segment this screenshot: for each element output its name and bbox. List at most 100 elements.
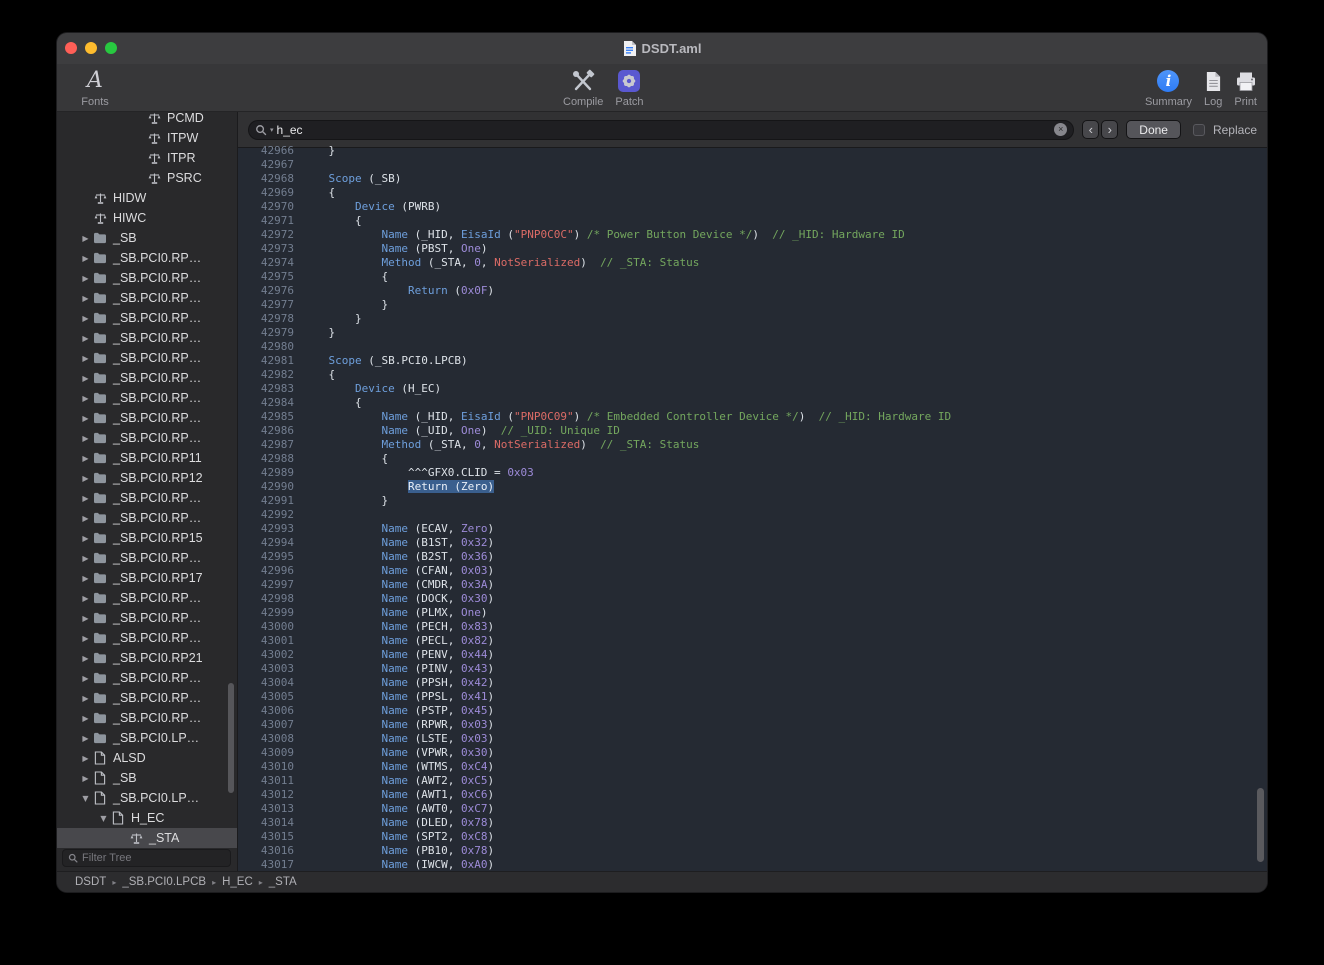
- sidebar-item-itpw[interactable]: ITPW: [57, 128, 237, 148]
- compile-button[interactable]: Compile: [563, 68, 603, 108]
- breadcrumb-item[interactable]: H_EC: [222, 876, 253, 888]
- code-line[interactable]: 42995 Name (B2ST, 0x36): [238, 550, 1267, 564]
- code-line[interactable]: 42986 Name (_UID, One) // _UID: Unique I…: [238, 424, 1267, 438]
- code-line[interactable]: 42974 Method (_STA, 0, NotSerialized) //…: [238, 256, 1267, 270]
- code-line[interactable]: 43014 Name (DLED, 0x78): [238, 816, 1267, 830]
- code-line[interactable]: 43017 Name (IWCW, 0xA0): [238, 858, 1267, 871]
- search-options-chevron-icon[interactable]: ▾: [270, 126, 274, 134]
- code-line[interactable]: 42982 {: [238, 368, 1267, 382]
- sidebar-item-_sb-pci0-rp[interactable]: ▶_SB.PCI0.RP…: [57, 588, 237, 608]
- filter-tree-input[interactable]: [82, 852, 225, 864]
- sidebar-item-_sb-pci0-lp[interactable]: ▼_SB.PCI0.LP…: [57, 788, 237, 808]
- sidebar-item-_sb-pci0-rp[interactable]: ▶_SB.PCI0.RP…: [57, 608, 237, 628]
- disclosure-expanded-icon[interactable]: ▼: [97, 814, 110, 823]
- code-line[interactable]: 43013 Name (AWT0, 0xC7): [238, 802, 1267, 816]
- find-previous-button[interactable]: ‹: [1082, 120, 1099, 139]
- sidebar-item-_sb-pci0-rp[interactable]: ▶_SB.PCI0.RP…: [57, 488, 237, 508]
- code-line[interactable]: 43006 Name (PSTP, 0x45): [238, 704, 1267, 718]
- code-line[interactable]: 42997 Name (CMDR, 0x3A): [238, 578, 1267, 592]
- disclosure-collapsed-icon[interactable]: ▶: [79, 694, 92, 703]
- code-line[interactable]: 42985 Name (_HID, EisaId ("PNP0C09") /* …: [238, 410, 1267, 424]
- disclosure-collapsed-icon[interactable]: ▶: [79, 754, 92, 763]
- sidebar-item-_sb[interactable]: ▶_SB: [57, 768, 237, 788]
- sidebar-item-hiwc[interactable]: HIWC: [57, 208, 237, 228]
- code-line[interactable]: 42991 }: [238, 494, 1267, 508]
- code-line[interactable]: 43002 Name (PENV, 0x44): [238, 648, 1267, 662]
- sidebar-item-_sta[interactable]: _STA: [57, 828, 237, 848]
- code-line[interactable]: 43000 Name (PECH, 0x83): [238, 620, 1267, 634]
- sidebar-item-_sb-pci0-rp[interactable]: ▶_SB.PCI0.RP…: [57, 248, 237, 268]
- disclosure-collapsed-icon[interactable]: ▶: [79, 454, 92, 463]
- disclosure-collapsed-icon[interactable]: ▶: [79, 494, 92, 503]
- sidebar-item-_sb-pci0-rp21[interactable]: ▶_SB.PCI0.RP21: [57, 648, 237, 668]
- disclosure-collapsed-icon[interactable]: ▶: [79, 394, 92, 403]
- disclosure-collapsed-icon[interactable]: ▶: [79, 614, 92, 623]
- sidebar-scrollbar[interactable]: [228, 683, 234, 793]
- code-line[interactable]: 42993 Name (ECAV, Zero): [238, 522, 1267, 536]
- breadcrumb-item[interactable]: _SB.PCI0.LPCB: [122, 876, 206, 888]
- disclosure-collapsed-icon[interactable]: ▶: [79, 434, 92, 443]
- code-line[interactable]: 42973 Name (PBST, One): [238, 242, 1267, 256]
- sidebar-item-hidw[interactable]: HIDW: [57, 188, 237, 208]
- sidebar-item-_sb-pci0-rp[interactable]: ▶_SB.PCI0.RP…: [57, 388, 237, 408]
- disclosure-collapsed-icon[interactable]: ▶: [79, 554, 92, 563]
- code-line[interactable]: 42978 }: [238, 312, 1267, 326]
- sidebar-item-_sb-pci0-rp[interactable]: ▶_SB.PCI0.RP…: [57, 668, 237, 688]
- disclosure-collapsed-icon[interactable]: ▶: [79, 734, 92, 743]
- filter-tree-field[interactable]: [62, 849, 231, 867]
- log-button[interactable]: Log: [1204, 68, 1222, 108]
- sidebar-item-_sb-pci0-rp[interactable]: ▶_SB.PCI0.RP…: [57, 368, 237, 388]
- sidebar-item-h_ec[interactable]: ▼H_EC: [57, 808, 237, 828]
- code-line[interactable]: 42972 Name (_HID, EisaId ("PNP0C0C") /* …: [238, 228, 1267, 242]
- replace-checkbox[interactable]: [1193, 124, 1205, 136]
- patch-button[interactable]: Patch: [615, 68, 643, 108]
- code-line[interactable]: 43016 Name (PB10, 0x78): [238, 844, 1267, 858]
- code-line[interactable]: 42969 {: [238, 186, 1267, 200]
- disclosure-collapsed-icon[interactable]: ▶: [79, 654, 92, 663]
- sidebar-item-alsd[interactable]: ▶ALSD: [57, 748, 237, 768]
- sidebar-item-_sb-pci0-rp17[interactable]: ▶_SB.PCI0.RP17: [57, 568, 237, 588]
- sidebar-item-_sb-pci0-rp[interactable]: ▶_SB.PCI0.RP…: [57, 348, 237, 368]
- sidebar-item-psrc[interactable]: PSRC: [57, 168, 237, 188]
- print-button[interactable]: Print: [1234, 68, 1257, 108]
- disclosure-collapsed-icon[interactable]: ▶: [79, 574, 92, 583]
- breadcrumb-item[interactable]: DSDT: [75, 876, 106, 888]
- code-line[interactable]: 43004 Name (PPSH, 0x42): [238, 676, 1267, 690]
- disclosure-collapsed-icon[interactable]: ▶: [79, 474, 92, 483]
- code-line[interactable]: 43001 Name (PECL, 0x82): [238, 634, 1267, 648]
- disclosure-collapsed-icon[interactable]: ▶: [79, 354, 92, 363]
- code-line[interactable]: 43003 Name (PINV, 0x43): [238, 662, 1267, 676]
- fonts-button[interactable]: A Fonts: [71, 68, 119, 108]
- code-line[interactable]: 42976 Return (0x0F): [238, 284, 1267, 298]
- disclosure-collapsed-icon[interactable]: ▶: [79, 294, 92, 303]
- disclosure-collapsed-icon[interactable]: ▶: [79, 594, 92, 603]
- disclosure-collapsed-icon[interactable]: ▶: [79, 514, 92, 523]
- code-lines[interactable]: 42966 }4296742968 Scope (_SB)42969 {4297…: [238, 144, 1267, 871]
- disclosure-collapsed-icon[interactable]: ▶: [79, 234, 92, 243]
- code-line[interactable]: 42988 {: [238, 452, 1267, 466]
- sidebar-item-_sb-pci0-rp[interactable]: ▶_SB.PCI0.RP…: [57, 268, 237, 288]
- code-line[interactable]: 43009 Name (VPWR, 0x30): [238, 746, 1267, 760]
- clear-search-icon[interactable]: ×: [1054, 123, 1067, 136]
- code-line[interactable]: 43011 Name (AWT2, 0xC5): [238, 774, 1267, 788]
- sidebar-item-_sb-pci0-rp[interactable]: ▶_SB.PCI0.RP…: [57, 408, 237, 428]
- code-line[interactable]: 42980: [238, 340, 1267, 354]
- disclosure-collapsed-icon[interactable]: ▶: [79, 634, 92, 643]
- titlebar[interactable]: DSDT.aml: [57, 33, 1267, 64]
- code-line[interactable]: 43007 Name (RPWR, 0x03): [238, 718, 1267, 732]
- disclosure-collapsed-icon[interactable]: ▶: [79, 414, 92, 423]
- sidebar-item-_sb-pci0-rp[interactable]: ▶_SB.PCI0.RP…: [57, 308, 237, 328]
- code-line[interactable]: 42966 }: [238, 144, 1267, 158]
- editor-scrollbar[interactable]: [1257, 788, 1264, 862]
- code-line[interactable]: 43012 Name (AWT1, 0xC6): [238, 788, 1267, 802]
- disclosure-collapsed-icon[interactable]: ▶: [79, 714, 92, 723]
- search-field[interactable]: ▾ ×: [248, 120, 1074, 140]
- code-line[interactable]: 43010 Name (WTMS, 0xC4): [238, 760, 1267, 774]
- code-line[interactable]: 42975 {: [238, 270, 1267, 284]
- disclosure-collapsed-icon[interactable]: ▶: [79, 374, 92, 383]
- code-line[interactable]: 42994 Name (B1ST, 0x32): [238, 536, 1267, 550]
- sidebar-item-_sb-pci0-rp[interactable]: ▶_SB.PCI0.RP…: [57, 688, 237, 708]
- code-line[interactable]: 42968 Scope (_SB): [238, 172, 1267, 186]
- code-line[interactable]: 42971 {: [238, 214, 1267, 228]
- code-line[interactable]: 42981 Scope (_SB.PCI0.LPCB): [238, 354, 1267, 368]
